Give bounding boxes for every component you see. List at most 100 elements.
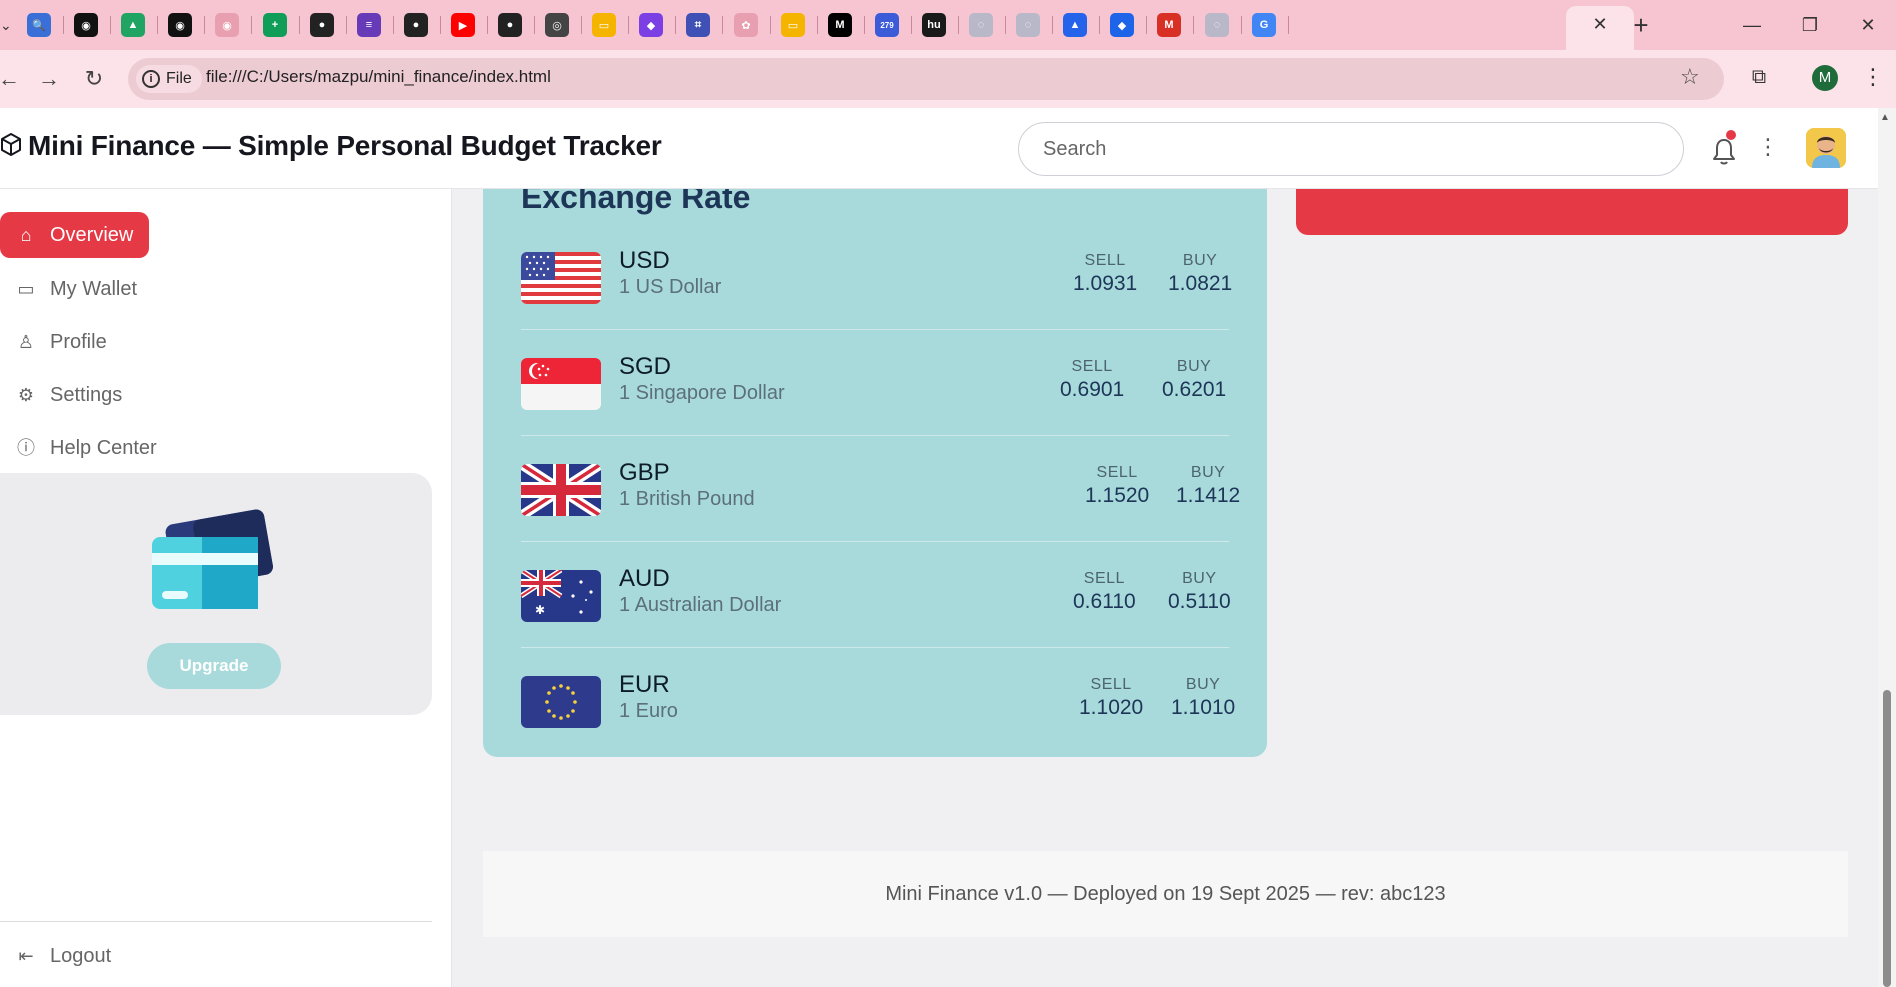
search-tab-icon[interactable]: 🔍 — [27, 13, 51, 37]
tab-separator — [157, 16, 158, 34]
sidebar-item-settings[interactable]: ⚙ Settings — [0, 372, 138, 418]
sidebar-item-profile[interactable]: ♙ Profile — [0, 319, 123, 365]
globe3-tab-icon[interactable]: ◌ — [1205, 13, 1229, 37]
jira-tab-icon[interactable]: ◆ — [1110, 13, 1134, 37]
sidebar-item-label: Settings — [50, 383, 123, 406]
sheets-tab-icon[interactable]: + — [263, 13, 287, 37]
browser-profile-avatar[interactable]: M — [1812, 65, 1838, 91]
sidebar-item-overview[interactable]: ⌂ Overview — [0, 212, 150, 258]
youtube-tab-icon[interactable]: ▶ — [451, 13, 475, 37]
tab-search-chevron-icon[interactable]: ⌄ — [0, 13, 14, 37]
buy-value: 1.0821 — [1168, 272, 1233, 295]
close-tab-icon[interactable]: ✕ — [1588, 12, 1612, 36]
logout-button[interactable]: ⇤ Logout — [0, 938, 127, 974]
exchange-rate-card: Exchange Rate USD 1 US Dollar SELL 1.093… — [483, 149, 1267, 757]
tab-separator — [1288, 16, 1289, 34]
chrome-tab-icon[interactable]: ◎ — [545, 13, 569, 37]
url-text[interactable]: file:///C:/Users/mazpu/mini_finance/inde… — [206, 67, 551, 87]
medium-tab-icon[interactable]: M — [828, 13, 852, 37]
calendar-tab-icon[interactable]: 279 — [875, 13, 899, 37]
new-tab-button[interactable]: + — [1627, 11, 1655, 39]
eu-flag-icon — [521, 676, 601, 728]
sell-label: SELL — [1096, 464, 1138, 481]
upgrade-button[interactable]: Upgrade — [147, 643, 281, 689]
avatar[interactable] — [1806, 128, 1846, 168]
globe-tab-icon[interactable]: ◌ — [969, 13, 993, 37]
sidebar-item-help-center[interactable]: ⓘ Help Center — [0, 425, 173, 471]
page-title: Mini Finance — Simple Personal Budget Tr… — [28, 130, 662, 161]
gmail-tab-icon[interactable]: M — [1157, 13, 1181, 37]
perplexity-tab-icon[interactable]: ◉ — [74, 13, 98, 37]
buy-value: 0.6201 — [1162, 378, 1227, 401]
buy-rate: BUY 1.1412 — [1176, 464, 1240, 508]
buy-value: 1.1010 — [1171, 696, 1236, 719]
scroll-up-arrow-icon[interactable]: ▲ — [1880, 112, 1890, 123]
buy-label: BUY — [1182, 570, 1217, 587]
back-icon[interactable]: ← — [0, 64, 24, 94]
exchange-row-aud: ✱ AUD 1 Australian Dollar SELL 0.6110 BU… — [521, 542, 1231, 648]
copilot-tab-icon[interactable]: ◆ — [639, 13, 663, 37]
extensions-icon[interactable]: ⧉ — [1746, 64, 1772, 90]
buy-rate: BUY 1.0821 — [1168, 252, 1232, 296]
sell-rate: SELL 0.6110 — [1073, 570, 1136, 614]
sidebar-item-my-wallet[interactable]: ▭ My Wallet — [0, 266, 153, 312]
scan-tab-icon[interactable]: ⌗ — [686, 13, 710, 37]
bell-icon[interactable] — [1710, 136, 1738, 166]
claude-tab-icon[interactable]: ◉ — [215, 13, 239, 37]
drive-tab-icon[interactable]: ▲ — [121, 13, 145, 37]
reload-icon[interactable]: ↻ — [79, 64, 109, 94]
github-tab-icon[interactable]: ● — [310, 13, 334, 37]
exchange-row-usd: USD 1 US Dollar SELL 1.0931 BUY 1.0821 — [521, 224, 1232, 330]
currency-name: 1 Australian Dollar — [619, 594, 782, 616]
bookmark-star-icon[interactable]: ☆ — [1680, 64, 1700, 90]
tab-separator — [487, 16, 488, 34]
tab-separator — [393, 16, 394, 34]
site-info-chip[interactable]: i File — [136, 65, 202, 93]
buy-label: BUY — [1190, 464, 1226, 481]
perplexity2-tab-icon[interactable]: ◉ — [168, 13, 192, 37]
more-options-icon[interactable]: ⋮ — [1757, 134, 1779, 160]
window-close-icon[interactable]: ✕ — [1853, 10, 1883, 40]
minimize-icon[interactable]: — — [1737, 10, 1767, 40]
restore-icon[interactable]: ❐ — [1795, 10, 1825, 40]
atlassian-tab-icon[interactable]: ▲ — [1063, 13, 1087, 37]
sell-label: SELL — [1071, 358, 1113, 375]
hu-tab-icon[interactable]: hu — [922, 13, 946, 37]
browser-menu-icon[interactable]: ⋮ — [1862, 64, 1884, 90]
github3-tab-icon[interactable]: ● — [498, 13, 522, 37]
github2-tab-icon[interactable]: ● — [404, 13, 428, 37]
tab-separator — [110, 16, 111, 34]
sidebar-item-label: Profile — [50, 330, 107, 353]
currency-code: GBP — [619, 459, 670, 486]
help-icon: ⓘ — [17, 438, 35, 458]
currency-name: 1 British Pound — [619, 488, 755, 510]
sell-rate: SELL 1.1520 — [1085, 464, 1149, 508]
buy-value: 0.5110 — [1168, 590, 1231, 613]
sell-value: 1.1520 — [1085, 484, 1150, 507]
currency-code: USD — [619, 247, 670, 274]
slides-tab-icon[interactable]: ▭ — [592, 13, 616, 37]
forward-icon[interactable]: → — [34, 64, 64, 94]
exchange-row-gbp: GBP 1 British Pound SELL 1.1520 BUY 1.14… — [521, 436, 1240, 542]
sell-rate: SELL 0.6901 — [1060, 358, 1124, 402]
sidebar: ⌂ Overview ▭ My Wallet ♙ Profile ⚙ Setti… — [0, 189, 452, 987]
slides2-tab-icon[interactable]: ▭ — [781, 13, 805, 37]
notification-dot — [1726, 130, 1736, 140]
tab-separator — [299, 16, 300, 34]
main-content: Exchange Rate USD 1 US Dollar SELL 1.093… — [453, 149, 1878, 987]
google-tab-icon[interactable]: G — [1252, 13, 1276, 37]
forms-tab-icon[interactable]: ≡ — [357, 13, 381, 37]
globe2-tab-icon[interactable]: ◌ — [1016, 13, 1040, 37]
tab-separator — [251, 16, 252, 34]
currency-code: SGD — [619, 353, 672, 380]
currency-code: AUD — [619, 565, 670, 592]
sell-label: SELL — [1084, 252, 1126, 269]
scrollbar-thumb[interactable] — [1883, 690, 1891, 987]
svg-text:✱: ✱ — [535, 603, 545, 617]
openai-tab-icon[interactable]: ✿ — [734, 13, 758, 37]
footer-text: Mini Finance v1.0 — Deployed on 19 Sept … — [885, 882, 1446, 905]
buy-value: 1.1412 — [1176, 484, 1241, 507]
singapore-flag-icon — [521, 358, 601, 410]
search-input[interactable] — [1018, 122, 1684, 176]
app-header: Mini Finance — Simple Personal Budget Tr… — [0, 108, 1878, 189]
